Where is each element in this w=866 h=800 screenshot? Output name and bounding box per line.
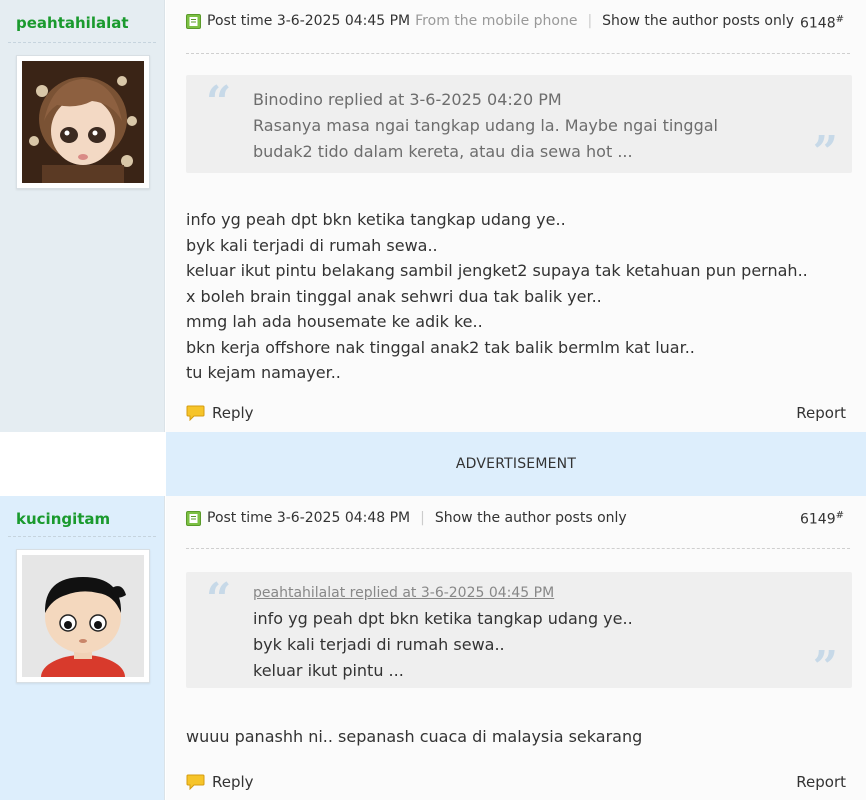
post-status-icon [186,510,201,526]
quote-open-icon: “ [206,574,232,625]
report-link[interactable]: Report [796,404,846,422]
quote-line: info yg peah dpt bkn ketika tangkap udan… [253,609,633,628]
post-time: Post time 3-6-2025 04:45 PM [207,13,411,29]
reply-bubble-icon [186,405,205,421]
avatar[interactable] [16,549,150,683]
post-header: Post time 3-6-2025 04:45 PM From the mob… [186,13,850,29]
author-name-link[interactable]: peahtahilalat [16,14,129,32]
quote-block: “ peahtahilalat replied at 3-6-2025 04:4… [186,572,852,693]
quote-meta: Binodino replied at 3-6-2025 04:20 PM [253,90,562,109]
post-source: From the mobile phone [415,13,578,29]
post-6148: peahtahilalat Post time 3-6-2025 04:45 P… [0,0,866,432]
advertisement-bar: ADVERTISEMENT [0,432,866,496]
quote-open-icon: “ [206,77,232,128]
quote-line: byk kali terjadi di rumah sewa.. [253,635,505,654]
post-message: wuuu panashh ni.. sepanash cuaca di mala… [186,727,643,746]
cartoon-avatar-icon [22,555,144,677]
post-floor-number[interactable]: 6149# [800,510,844,528]
reply-button[interactable]: Reply [186,773,254,791]
quote-source-link[interactable]: peahtahilalat replied at 3-6-2025 04:45 … [253,580,792,606]
post-status-icon [186,13,201,29]
post-6149: kucingitam Post time 3-6-2025 04:48 PM |… [0,496,866,800]
doll-avatar-icon [22,61,144,183]
header-separator: | [420,510,425,526]
sidebar-divider [8,42,156,43]
reply-bubble-icon [186,774,205,790]
quote-line: Rasanya masa ngai tangkap udang la. Mayb… [253,116,718,135]
post-footer: Reply Report [186,404,846,422]
post-footer: Reply Report [186,773,846,791]
quote-line: keluar ikut pintu ... [253,661,404,680]
post-header: Post time 3-6-2025 04:48 PM | Show the a… [186,510,850,526]
quote-line: budak2 tido dalam kereta, atau dia sewa … [253,142,633,161]
author-name-link[interactable]: kucingitam [16,510,110,528]
author-sidebar: kucingitam [0,496,165,800]
show-author-posts-link[interactable]: Show the author posts only [602,13,794,29]
post-message: info yg peah dpt bkn ketika tangkap udan… [186,210,808,382]
post-floor-number[interactable]: 6148# [800,14,844,32]
header-divider [186,548,850,549]
header-separator: | [587,13,593,29]
post-content: Post time 3-6-2025 04:48 PM | Show the a… [166,496,866,800]
sidebar-divider [8,536,156,537]
author-sidebar: peahtahilalat [0,0,165,432]
quote-close-icon: ” [812,642,838,693]
show-author-posts-link[interactable]: Show the author posts only [435,510,627,526]
quote-close-icon: ” [812,127,838,178]
post-time: Post time 3-6-2025 04:48 PM [207,510,411,526]
quote-block: “ Binodino replied at 3-6-2025 04:20 PM … [186,75,852,178]
avatar[interactable] [16,55,150,189]
advertisement-label: ADVERTISEMENT [166,432,866,496]
report-link[interactable]: Report [796,773,846,791]
post-content: Post time 3-6-2025 04:45 PM From the mob… [166,0,866,432]
reply-button[interactable]: Reply [186,404,254,422]
header-divider [186,53,850,54]
